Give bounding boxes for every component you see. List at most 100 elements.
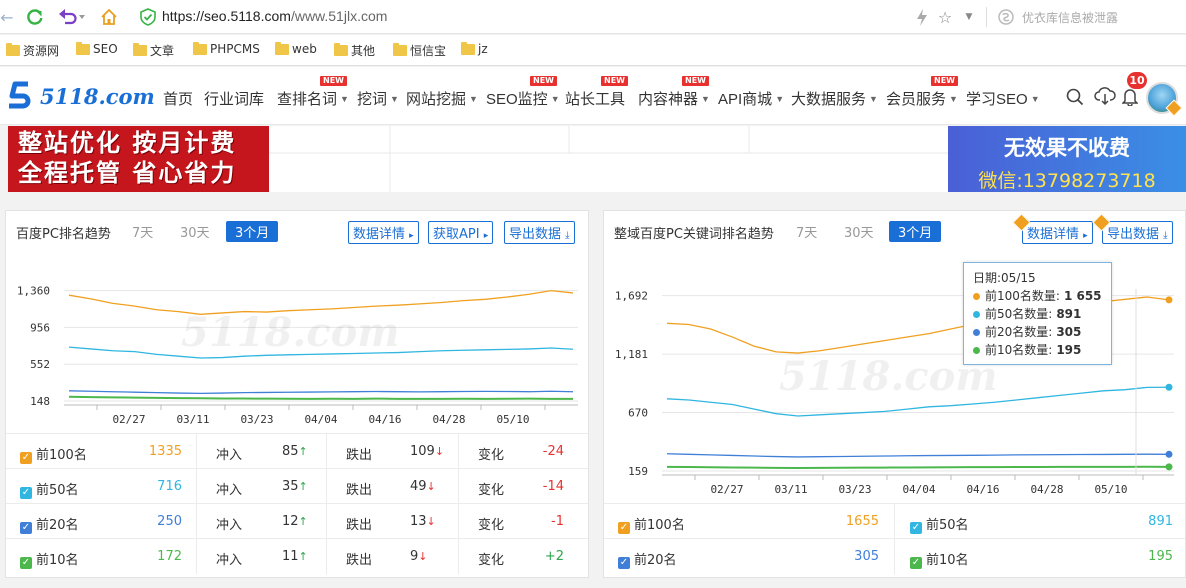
- dropdown-caret-icon[interactable]: ▼: [962, 6, 976, 28]
- folder-icon: [275, 41, 289, 55]
- undo-icon[interactable]: [57, 6, 87, 28]
- nav-item[interactable]: 会员服务 ▼: [886, 88, 958, 109]
- checkbox-icon[interactable]: ✓: [910, 557, 922, 569]
- export-data-button[interactable]: 导出数据 ⤓: [504, 221, 575, 244]
- tab-7days[interactable]: 7天: [796, 222, 817, 241]
- browser-toolbar: ← https://seo.5118.com/www.51jlx.com ☆ ▼…: [0, 0, 1186, 34]
- tab-7days[interactable]: 7天: [132, 222, 153, 241]
- out-label: 跌出: [346, 448, 373, 463]
- bookmark-item[interactable]: 其他: [334, 42, 375, 59]
- folder-icon: [6, 43, 20, 56]
- home-icon[interactable]: [98, 6, 120, 28]
- address-bar[interactable]: https://seo.5118.com/www.51jlx.com: [162, 8, 387, 24]
- export-data-button[interactable]: 导出数据 ⤓: [1092, 213, 1173, 244]
- caret-right-icon: ▸: [1083, 231, 1088, 241]
- nav-item-label: 大数据服务: [791, 91, 867, 108]
- bookmark-item[interactable]: SEO: [76, 41, 118, 56]
- data-details-button[interactable]: 数据详情 ▸: [348, 221, 419, 244]
- series-end-point[interactable]: [1165, 296, 1173, 304]
- series-end-point[interactable]: [1165, 450, 1173, 458]
- in-count: 12: [282, 514, 299, 529]
- out-value: 9↓: [410, 549, 428, 564]
- y-tick-label: 1,360: [17, 285, 50, 298]
- star-icon[interactable]: ☆: [935, 6, 955, 28]
- checkbox-icon[interactable]: ✓: [20, 452, 32, 464]
- ad-banner-right[interactable]: 无效果不收费 微信:13798273718: [948, 126, 1186, 192]
- stat-value: 195: [1148, 549, 1173, 564]
- bookmark-item[interactable]: 恒信宝: [393, 42, 446, 59]
- change-value: -1: [551, 514, 564, 529]
- checkbox-icon[interactable]: ✓: [910, 522, 922, 534]
- series-end-point[interactable]: [1165, 463, 1173, 471]
- search-engine-icon[interactable]: [996, 6, 1016, 28]
- y-tick-label: 159: [628, 465, 648, 478]
- bookmark-label: web: [292, 42, 317, 56]
- refresh-icon[interactable]: [24, 6, 46, 28]
- bookmark-item[interactable]: PHPCMS: [193, 41, 260, 56]
- nav-item[interactable]: SEO监控 ▼: [486, 88, 560, 109]
- nav-item[interactable]: 挖词 ▼: [357, 88, 399, 109]
- checkbox-icon[interactable]: ✓: [20, 557, 32, 569]
- tab-30days[interactable]: 30天: [844, 222, 874, 241]
- nav-item[interactable]: 行业词库: [204, 88, 264, 109]
- data-details-label: 数据详情: [1027, 227, 1080, 242]
- arrow-up-icon: ↑: [298, 515, 308, 528]
- tab-30days[interactable]: 30天: [180, 222, 210, 241]
- series-end-point[interactable]: [1165, 383, 1173, 391]
- site-logo[interactable]: 5118.com: [6, 79, 155, 113]
- folder-icon: [393, 43, 407, 56]
- column-divider: [458, 504, 459, 539]
- nav-item[interactable]: 网站挖掘 ▼: [406, 88, 478, 109]
- x-tick-label: 05/10: [1094, 483, 1127, 496]
- ad-banner-left[interactable]: 整站优化 按月计费 全程托管 省心省力: [8, 126, 269, 192]
- change-value: -14: [542, 479, 564, 494]
- folder-icon: [133, 43, 147, 56]
- bell-icon[interactable]: [1121, 87, 1139, 110]
- tooltip-label: 前100名数量:: [985, 289, 1060, 303]
- bookmark-item[interactable]: 资源网: [6, 42, 59, 59]
- stats-row: ✓ 前20名 305 ✓ 前10名 195: [604, 538, 1185, 574]
- nav-item[interactable]: 查排名词 ▼: [277, 88, 349, 109]
- back-icon[interactable]: ←: [0, 6, 16, 28]
- tooltip-row: 前50名数量: 891: [973, 305, 1102, 323]
- search-icon[interactable]: [1066, 88, 1084, 110]
- nav-item-label: 首页: [163, 91, 194, 108]
- nav-item[interactable]: 首页: [163, 88, 193, 109]
- checkbox-icon[interactable]: ✓: [618, 557, 630, 569]
- bookmark-item[interactable]: 文章: [133, 42, 174, 59]
- out-value: 109↓: [410, 444, 444, 459]
- nav-item[interactable]: API商城 ▼: [718, 88, 784, 109]
- get-api-button[interactable]: 获取API ▸: [428, 221, 494, 244]
- nav-item[interactable]: 学习SEO ▼: [966, 88, 1040, 109]
- nav-item[interactable]: 站长工具: [565, 88, 625, 109]
- nav-item[interactable]: 大数据服务 ▼: [791, 88, 878, 109]
- x-tick-label: 02/27: [710, 483, 743, 496]
- checkbox-icon[interactable]: ✓: [20, 522, 32, 534]
- export-data-label: 导出数据: [1107, 227, 1160, 242]
- column-divider: [196, 469, 197, 504]
- checkbox-icon[interactable]: ✓: [20, 487, 32, 499]
- caret-right-icon: ▸: [483, 231, 489, 241]
- stat-value: 305: [854, 549, 879, 564]
- change-label: 变化: [478, 518, 505, 533]
- nav-item[interactable]: 内容神器 ▼: [638, 88, 710, 109]
- column-divider: [458, 469, 459, 504]
- new-badge: NEW: [530, 76, 557, 86]
- in-count: 11: [282, 549, 299, 564]
- chart-tooltip: 日期:05/15 前100名数量: 1 655 前50名数量: 891 前20名数量: 3…: [963, 262, 1112, 365]
- nav-item-label: API商城: [718, 91, 773, 108]
- tab-3months[interactable]: 3个月: [226, 221, 279, 242]
- tab-3months[interactable]: 3个月: [889, 221, 942, 242]
- bookmark-item[interactable]: jz: [461, 41, 488, 56]
- arrow-down-icon: ↓: [434, 445, 445, 458]
- data-details-button[interactable]: 数据详情 ▸: [1012, 213, 1093, 244]
- column-divider: [196, 539, 197, 574]
- nav-item-label: 网站挖掘: [406, 91, 467, 108]
- checkbox-icon[interactable]: ✓: [618, 522, 630, 534]
- lightning-icon[interactable]: [912, 6, 932, 28]
- bookmark-label: PHPCMS: [210, 42, 260, 56]
- cloud-download-icon[interactable]: [1094, 86, 1116, 110]
- chevron-down-icon: ▼: [550, 94, 560, 104]
- search-input[interactable]: 优衣库信息被泄露: [1022, 9, 1118, 26]
- bookmark-item[interactable]: web: [275, 41, 317, 56]
